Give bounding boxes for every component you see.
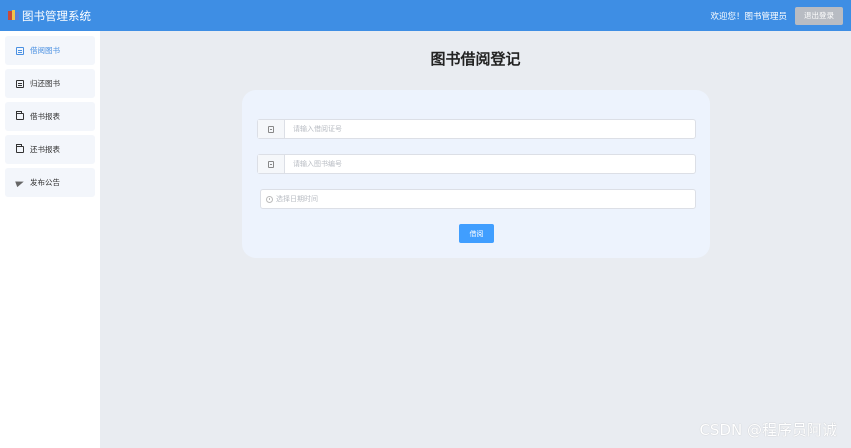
sidebar-item-label: 借阅图书: [30, 46, 60, 55]
sidebar-item-label: 还书报表: [30, 145, 60, 154]
sidebar-item-return-report[interactable]: 还书报表: [5, 135, 95, 164]
sidebar-item-borrow-book[interactable]: 借阅图书: [5, 36, 95, 65]
sidebar-item-label: 借书报表: [30, 112, 60, 121]
card-number-field: [257, 119, 696, 139]
app-title: 图书管理系统: [22, 8, 91, 23]
sidebar-item-label: 发布公告: [30, 178, 60, 187]
send-icon: [15, 178, 25, 187]
card-number-input[interactable]: [285, 120, 695, 138]
welcome-text: 欢迎您！图书管理员: [710, 11, 787, 22]
borrow-form-card: 借阅: [242, 90, 710, 258]
book-code-input[interactable]: [285, 155, 695, 173]
card-icon: [268, 125, 274, 133]
folder-icon: [16, 144, 24, 153]
date-picker-field[interactable]: [260, 189, 696, 209]
top-header: 图书管理系统 欢迎您！图书管理员 退出登录: [0, 0, 851, 31]
date-input[interactable]: [273, 190, 695, 208]
book-code-field: [257, 154, 696, 174]
document-icon: [16, 46, 24, 55]
watermark: CSDN @程序员阿诚: [699, 421, 837, 439]
folder-icon: [16, 111, 24, 120]
sidebar-item-label: 归还图书: [30, 79, 60, 88]
borrow-button[interactable]: 借阅: [459, 224, 494, 243]
page-title: 图书借阅登记: [430, 50, 521, 68]
app-brand: 图书管理系统: [8, 8, 91, 24]
sidebar-item-return-book[interactable]: 归还图书: [5, 69, 95, 98]
sidebar: 借阅图书 归还图书 借书报表 还书报表 发布公告: [0, 31, 100, 448]
card-icon: [268, 160, 274, 168]
document-icon: [16, 79, 24, 88]
clock-icon: [266, 195, 273, 203]
sidebar-item-publish-notice[interactable]: 发布公告: [5, 168, 95, 197]
book-code-prepend: [258, 155, 285, 173]
main-content: 图书借阅登记 借阅: [100, 31, 851, 448]
card-number-prepend: [258, 120, 285, 138]
sidebar-item-borrow-report[interactable]: 借书报表: [5, 102, 95, 131]
logout-button[interactable]: 退出登录: [795, 6, 843, 25]
books-icon: [8, 10, 19, 21]
header-right: 欢迎您！图书管理员 退出登录: [710, 6, 843, 25]
